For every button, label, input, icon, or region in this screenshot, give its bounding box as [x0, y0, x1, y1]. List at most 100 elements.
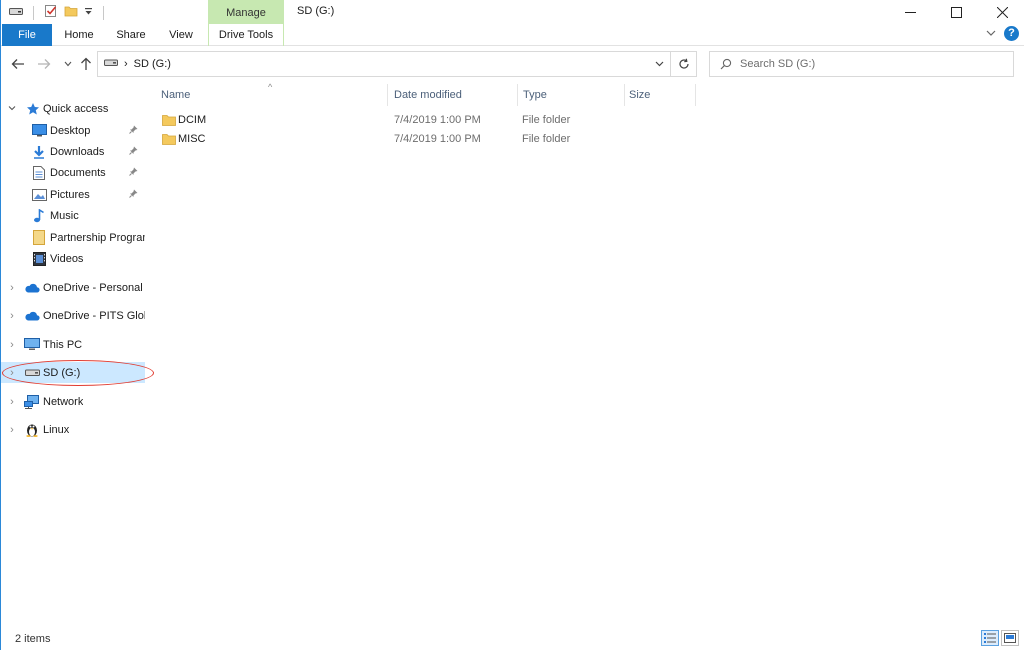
desktop-icon — [31, 123, 47, 139]
up-button[interactable] — [77, 54, 95, 74]
chevron-right-icon[interactable]: › — [7, 282, 17, 294]
search-box[interactable]: Search SD (G:) — [709, 51, 1014, 77]
document-icon — [31, 165, 47, 181]
back-button[interactable] — [9, 54, 27, 74]
nav-onedrive-personal[interactable]: › OneDrive - Personal — [1, 277, 145, 298]
expand-ribbon-icon[interactable] — [986, 28, 996, 40]
onedrive-cloud-icon — [24, 308, 40, 324]
pin-icon[interactable] — [129, 125, 138, 136]
file-date-modified: 7/4/2019 1:00 PM — [394, 114, 481, 126]
search-placeholder: Search SD (G:) — [740, 58, 816, 70]
nav-onedrive-personal-label: OneDrive - Personal — [43, 281, 143, 294]
properties-icon[interactable] — [44, 4, 58, 21]
column-header-date-modified[interactable]: Date modified — [389, 82, 516, 106]
pin-icon[interactable] — [129, 189, 138, 200]
qat-separator — [33, 5, 34, 20]
title-bar: Manage SD (G:) — [1, 0, 1024, 26]
nav-this-pc-label: This PC — [43, 338, 83, 351]
nav-partnership-program[interactable]: Partnership Program — [1, 227, 145, 248]
column-header-type[interactable]: Type — [518, 82, 623, 106]
ribbon-right-controls: ? — [986, 26, 1019, 41]
nav-videos[interactable]: Videos — [1, 248, 145, 269]
chevron-right-icon[interactable]: › — [7, 367, 17, 379]
help-icon[interactable]: ? — [1004, 26, 1019, 41]
close-button[interactable] — [979, 0, 1024, 24]
breadcrumb-separator: › — [124, 58, 128, 70]
nav-downloads[interactable]: Downloads — [1, 141, 145, 162]
tab-file[interactable]: File — [2, 24, 52, 46]
search-icon — [720, 58, 732, 70]
breadcrumb: › SD (G:) — [98, 58, 648, 70]
nav-linux[interactable]: › Linux — [1, 419, 145, 440]
nav-documents[interactable]: Documents — [1, 162, 145, 183]
column-header-name[interactable]: Name — [156, 82, 386, 106]
folder-icon — [162, 133, 176, 148]
ribbon-tab-bar: File Home Share View Drive Tools ? — [1, 24, 1024, 46]
chevron-right-icon[interactable]: › — [7, 396, 17, 408]
view-toggle — [981, 630, 1019, 646]
nav-music-label: Music — [50, 209, 79, 222]
folder-icon — [162, 114, 176, 129]
pin-icon[interactable] — [129, 167, 138, 178]
navigation-bar: › SD (G:) Search SD (G:) — [1, 50, 1024, 78]
nav-desktop-label: Desktop — [50, 124, 91, 137]
tab-drive-tools[interactable]: Drive Tools — [208, 24, 284, 46]
network-icon — [24, 394, 40, 410]
music-note-icon — [31, 208, 47, 224]
table-row[interactable]: MISC 7/4/2019 1:00 PM File folder — [156, 131, 616, 150]
computer-icon — [24, 337, 40, 353]
tab-home[interactable]: Home — [57, 24, 101, 46]
minimize-button[interactable] — [887, 0, 933, 24]
chevron-right-icon[interactable]: › — [7, 424, 17, 436]
nav-pictures[interactable]: Pictures — [1, 184, 145, 205]
new-folder-icon[interactable] — [64, 4, 78, 21]
refresh-button[interactable] — [670, 52, 696, 76]
pin-icon[interactable] — [129, 146, 138, 157]
nav-onedrive-pits-global[interactable]: › OneDrive - PITS Global — [1, 305, 145, 326]
drive-icon — [24, 365, 40, 381]
pictures-icon — [31, 187, 47, 203]
qat-customize-icon[interactable] — [84, 6, 93, 19]
up-arrow-icon — [81, 57, 91, 70]
window-title: SD (G:) — [297, 5, 335, 17]
maximize-icon — [950, 6, 962, 18]
download-icon — [31, 144, 47, 160]
forward-arrow-icon — [38, 59, 51, 69]
column-separator[interactable] — [387, 84, 388, 106]
address-dropdown-button[interactable] — [648, 59, 670, 69]
nav-music[interactable]: Music — [1, 205, 145, 226]
star-icon — [25, 101, 41, 117]
column-header-size[interactable]: Size — [624, 82, 694, 106]
expanded-chevron-icon[interactable] — [7, 103, 17, 115]
qat-separator — [103, 5, 104, 20]
minimize-icon — [904, 11, 916, 13]
nav-documents-label: Documents — [50, 166, 106, 179]
chevron-right-icon[interactable]: › — [7, 310, 17, 322]
nav-this-pc[interactable]: › This PC — [1, 334, 145, 355]
chevron-right-icon[interactable]: › — [7, 339, 17, 351]
recent-locations-button[interactable] — [59, 54, 77, 74]
drive-icon[interactable] — [9, 6, 23, 19]
nav-quick-access-label: Quick access — [43, 102, 109, 115]
nav-quick-access[interactable]: Quick access — [1, 98, 145, 119]
address-bar[interactable]: › SD (G:) — [97, 51, 697, 77]
nav-sd-drive[interactable]: › SD (G:) — [1, 362, 145, 383]
maximize-button[interactable] — [933, 0, 979, 24]
nav-network[interactable]: › Network — [1, 391, 145, 412]
file-list: ^ Name Date modified Type Size DCIM 7/4/… — [156, 82, 1016, 622]
column-separator[interactable] — [695, 84, 696, 106]
nav-pictures-label: Pictures — [50, 188, 90, 201]
forward-button[interactable] — [35, 54, 53, 74]
large-icons-view-icon — [1004, 633, 1016, 643]
breadcrumb-location[interactable]: SD (G:) — [134, 58, 171, 70]
details-view-button[interactable] — [981, 630, 999, 646]
nav-downloads-label: Downloads — [50, 145, 105, 158]
status-bar: 2 items — [1, 628, 1024, 650]
tab-share[interactable]: Share — [111, 24, 151, 46]
video-icon — [31, 251, 47, 267]
large-icons-view-button[interactable] — [1001, 630, 1019, 646]
nav-onedrive-pits-global-label: OneDrive - PITS Global — [43, 309, 145, 322]
tab-view[interactable]: View — [162, 24, 200, 46]
nav-desktop[interactable]: Desktop — [1, 120, 145, 141]
table-row[interactable]: DCIM 7/4/2019 1:00 PM File folder — [156, 112, 616, 131]
